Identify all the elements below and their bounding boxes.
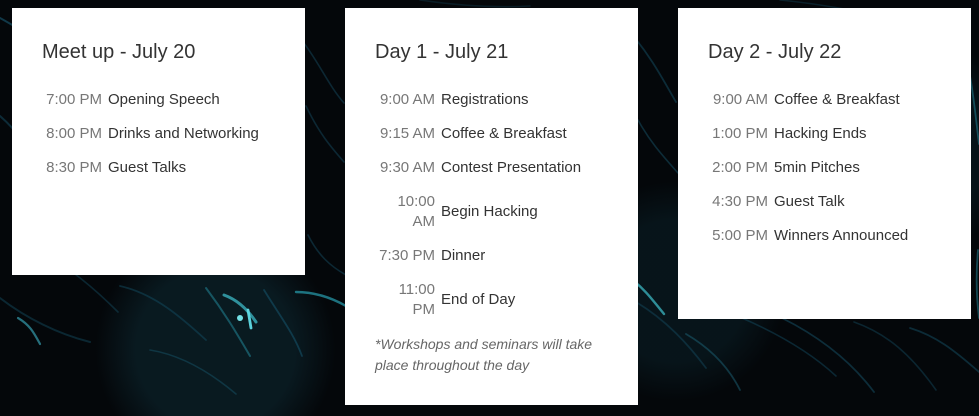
schedule-row: 10:00 AM Begin Hacking <box>375 192 608 232</box>
card-title-meetup: Meet up - July 20 <box>42 41 196 63</box>
schedule-event: Contest Presentation <box>441 159 582 176</box>
schedule-row: 8:00 PM Drinks and Networking <box>42 124 275 144</box>
schedule-time: 9:30 AM <box>379 159 435 176</box>
schedule-row: 8:30 PM Guest Talks <box>42 158 275 178</box>
schedule-row: 1:00 PM Hacking Ends <box>708 124 941 144</box>
schedule-time: 7:00 PM <box>46 91 102 108</box>
schedule-row: 7:30 PM Dinner <box>375 246 608 266</box>
schedule-time: 10:00 AM <box>397 193 435 230</box>
schedule-row: 2:00 PM 5min Pitches <box>708 158 941 178</box>
schedule-event: Coffee & Breakfast <box>774 91 900 108</box>
schedule-row: 9:15 AM Coffee & Breakfast <box>375 124 608 144</box>
schedule-card-day1: Day 1 - July 21 9:00 AM Registrations 9:… <box>345 8 638 405</box>
schedule-time: 4:30 PM <box>712 193 768 210</box>
schedule-row: 9:30 AM Contest Presentation <box>375 158 608 178</box>
schedule-card-meetup: Meet up - July 20 7:00 PM Opening Speech… <box>12 8 305 275</box>
schedule-event: Guest Talks <box>108 159 187 176</box>
schedule-event: Opening Speech <box>108 91 220 108</box>
schedule-row: 9:00 AM Registrations <box>375 90 608 110</box>
schedule-time: 7:30 PM <box>379 247 435 264</box>
schedule-time: 9:00 AM <box>379 91 435 108</box>
schedule-row: 5:00 PM Winners Announced <box>708 226 941 246</box>
schedule-note: *Workshops and seminars will take place … <box>375 336 593 373</box>
schedule-event: Guest Talk <box>774 193 845 210</box>
schedule-row: 9:00 AM Coffee & Breakfast <box>708 90 941 110</box>
schedule-time: 9:00 AM <box>712 91 768 108</box>
card-title-day2: Day 2 - July 22 <box>708 41 842 63</box>
schedule-event: Winners Announced <box>774 227 909 244</box>
schedule-time: 8:00 PM <box>46 125 102 142</box>
schedule-row: 7:00 PM Opening Speech <box>42 90 275 110</box>
schedule-time: 8:30 PM <box>46 159 102 176</box>
schedule-event: Begin Hacking <box>441 203 538 220</box>
schedule-event: Coffee & Breakfast <box>441 125 567 142</box>
schedule-event: Registrations <box>441 91 529 108</box>
schedule-time: 11:00 PM <box>398 281 435 318</box>
schedule-time: 1:00 PM <box>712 125 768 142</box>
schedule-time: 2:00 PM <box>712 159 768 176</box>
card-title-day1: Day 1 - July 21 <box>375 41 509 63</box>
schedule-event: Hacking Ends <box>774 125 867 142</box>
schedule-event: Dinner <box>441 247 486 264</box>
schedule-time: 5:00 PM <box>712 227 768 244</box>
schedule-event: End of Day <box>441 291 516 308</box>
schedule-card-day2: Day 2 - July 22 9:00 AM Coffee & Breakfa… <box>678 8 971 319</box>
schedule-time: 9:15 AM <box>379 125 435 142</box>
schedule-row: 11:00 PM End of Day <box>375 280 608 320</box>
schedule-event: Drinks and Networking <box>108 125 259 142</box>
schedule-event: 5min Pitches <box>774 159 860 176</box>
schedule-row: 4:30 PM Guest Talk <box>708 192 941 212</box>
